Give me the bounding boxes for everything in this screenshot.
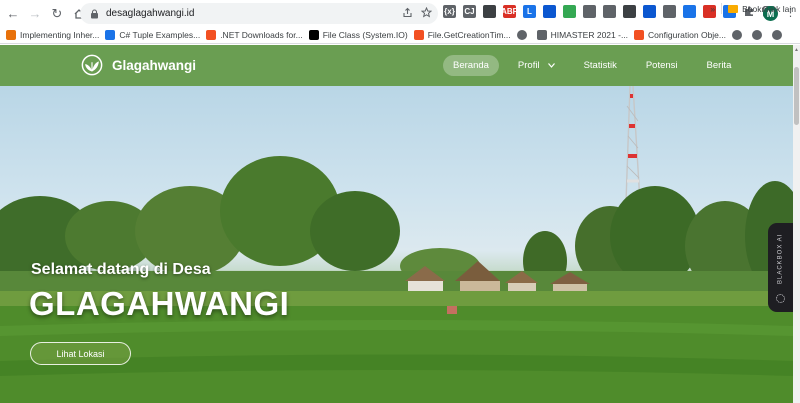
hero-heading: GLAGAHWANGI bbox=[29, 285, 290, 322]
nav-label: Beranda bbox=[453, 60, 489, 71]
back-icon[interactable]: ← bbox=[4, 5, 22, 23]
bookmarks-right: » Bookmark lain bbox=[710, 3, 796, 14]
nav-menu: Beranda Profil Statistik Potensi Berita bbox=[443, 55, 750, 76]
site-navbar: Glagahwangi Beranda Profil Statistik Potens… bbox=[0, 45, 793, 86]
lock-icon[interactable] bbox=[88, 8, 100, 20]
dots-ext-icon[interactable] bbox=[663, 5, 676, 18]
hero-welcome-text: Selamat datang di Desa bbox=[31, 261, 211, 278]
bookmark-label: HIMASTER 2021 -... bbox=[550, 30, 629, 40]
share-icon[interactable] bbox=[402, 7, 413, 21]
bookmark-item[interactable]: File.GetCreationTim... bbox=[413, 30, 511, 40]
l-ext-icon[interactable]: L bbox=[523, 5, 536, 18]
blackbox-label: BLACKBOX AI bbox=[777, 233, 784, 285]
bookmark-favicon-icon bbox=[105, 30, 116, 40]
bookmark-favicon-icon bbox=[752, 30, 762, 40]
nav-statistik[interactable]: Statistik bbox=[574, 55, 627, 76]
bookmark-favicon-icon bbox=[6, 30, 16, 40]
view-location-button[interactable]: Lihat Lokasi bbox=[30, 342, 131, 365]
bookmark-favicon-icon bbox=[634, 30, 645, 40]
page-scrollbar[interactable]: ▲ bbox=[793, 45, 800, 403]
scan-ext-icon[interactable] bbox=[683, 5, 696, 18]
css-ext-icon[interactable]: {x} bbox=[443, 5, 456, 18]
nav-label: Profil bbox=[517, 60, 540, 71]
forward-icon[interactable]: → bbox=[26, 5, 44, 23]
bookmark-item[interactable]: HIMASTER 2021 -... bbox=[536, 30, 629, 40]
cloud-ext-icon[interactable] bbox=[483, 5, 496, 18]
camera-ext-icon[interactable] bbox=[583, 5, 596, 18]
bookmark-item[interactable]: .NET Downloads for... bbox=[206, 30, 303, 40]
bookmark-favicon-icon bbox=[772, 30, 782, 40]
bookmark-item[interactable]: File Class (System.IO) bbox=[308, 30, 408, 40]
brand-name: Glagahwangi bbox=[112, 57, 197, 73]
bookmark-favicon-icon bbox=[413, 30, 424, 40]
bookmark-star-icon[interactable] bbox=[420, 6, 433, 21]
lens-ext-icon[interactable] bbox=[543, 5, 556, 18]
bookmark-item[interactable] bbox=[752, 30, 766, 40]
hero-banner: Selamat datang di Desa GLAGAHWANGI Lihat… bbox=[0, 86, 793, 403]
bookmark-label: .NET Downloads for... bbox=[220, 30, 303, 40]
address-bar[interactable]: desaglagahwangi.id bbox=[80, 3, 438, 24]
blackbox-icon bbox=[776, 294, 785, 303]
bookmark-favicon-icon bbox=[732, 30, 742, 40]
blackbox-ai-widget[interactable]: BLACKBOX AI bbox=[768, 223, 793, 312]
scroll-thumb[interactable] bbox=[794, 67, 799, 125]
nav-beranda[interactable]: Beranda bbox=[443, 55, 499, 76]
bookmark-item[interactable] bbox=[732, 30, 746, 40]
nav-berita[interactable]: Berita bbox=[697, 55, 742, 76]
brand[interactable]: Glagahwangi bbox=[81, 54, 196, 76]
nav-label: Berita bbox=[706, 60, 732, 71]
chevron-down-icon bbox=[547, 61, 555, 70]
reload-icon[interactable]: ↻ bbox=[48, 5, 66, 23]
bookmarks-overflow-icon[interactable]: » bbox=[710, 4, 715, 14]
bookmarks-bar: Implementing Inher... C# Tuple Examples..… bbox=[0, 27, 800, 44]
url-text[interactable]: desaglagahwangi.id bbox=[106, 8, 194, 19]
bookmark-favicon-icon bbox=[516, 30, 527, 40]
bookmarks-divider bbox=[721, 3, 723, 14]
nav-label: Potensi bbox=[645, 60, 678, 71]
abp-ext-icon[interactable]: ABP bbox=[501, 5, 518, 18]
bookmark-item[interactable]: Implementing Inher... bbox=[6, 30, 99, 40]
image-ext-icon[interactable] bbox=[603, 5, 616, 18]
website-viewport: Glagahwangi Beranda Profil Statistik Potens… bbox=[0, 45, 793, 403]
bookmark-item[interactable]: C# Tuple Examples... bbox=[105, 30, 200, 40]
bookmark-label: File.GetCreationTim... bbox=[427, 30, 511, 40]
nav-profil[interactable]: Profil bbox=[508, 55, 565, 76]
scroll-up-arrow-icon[interactable]: ▲ bbox=[794, 47, 799, 53]
bookmark-item[interactable]: Configuration Obje... bbox=[634, 30, 726, 40]
other-bookmarks[interactable]: Bookmark lain bbox=[728, 4, 796, 14]
dot-ext-icon[interactable] bbox=[643, 5, 656, 18]
bookmark-favicon-icon bbox=[308, 30, 319, 40]
nav-label: Statistik bbox=[583, 60, 617, 71]
bookmark-item[interactable] bbox=[516, 30, 531, 40]
bookmark-label: File Class (System.IO) bbox=[322, 30, 408, 40]
bookmark-favicon-icon bbox=[536, 30, 547, 40]
cj-ext-icon[interactable]: CJ bbox=[463, 5, 476, 18]
leaf-logo-icon bbox=[81, 54, 103, 76]
shield-ext-icon[interactable] bbox=[623, 5, 636, 18]
folder-icon bbox=[728, 4, 739, 13]
tower-graphic bbox=[625, 86, 641, 203]
box-ext-icon[interactable] bbox=[563, 5, 576, 18]
nav-potensi[interactable]: Potensi bbox=[636, 55, 688, 76]
other-bookmarks-label: Bookmark lain bbox=[742, 3, 796, 14]
bookmark-favicon-icon bbox=[206, 30, 217, 40]
bookmark-item[interactable] bbox=[772, 30, 786, 40]
bookmark-label: Configuration Obje... bbox=[648, 30, 726, 40]
bookmark-label: Implementing Inher... bbox=[20, 30, 100, 40]
bookmark-label: C# Tuple Examples... bbox=[119, 30, 201, 40]
